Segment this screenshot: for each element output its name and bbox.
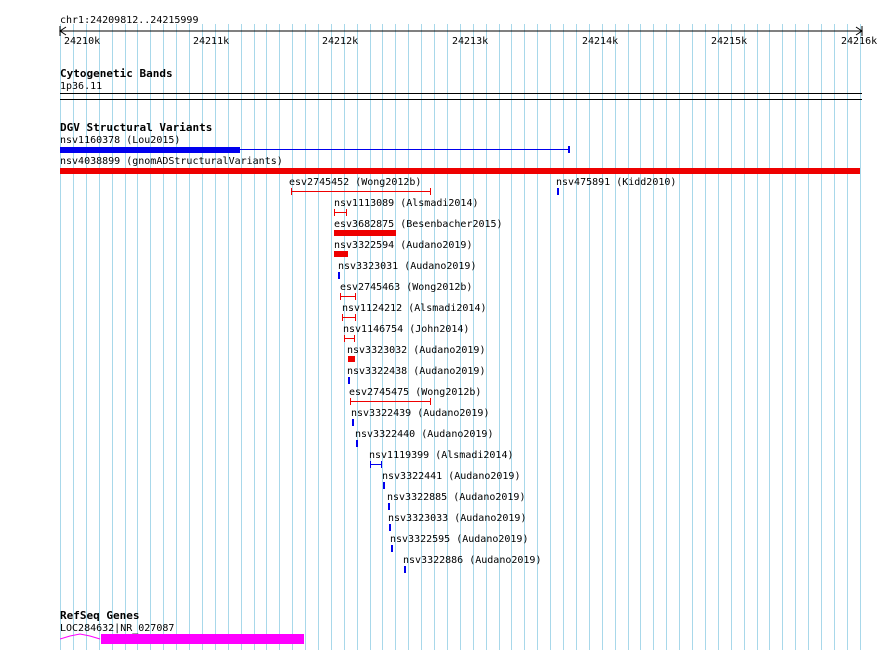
variant-feature-line[interactable] [350,401,431,402]
variant-label: nsv3322595 (Audano2019) [390,534,529,545]
variant-feature-end [355,314,356,321]
cytoband-line-bottom [60,99,862,100]
tick-label: 24216k [841,36,878,47]
variant-feature-blue[interactable] [404,566,406,573]
track-title-refseq[interactable]: RefSeq Genes [60,610,139,622]
variant-feature-red[interactable] [348,356,355,362]
variant-feature-end [340,293,341,300]
variant-feature-blue[interactable] [383,482,385,489]
variant-label: nsv3323032 (Audano2019) [347,345,486,356]
variant-feature-blue[interactable] [391,545,393,552]
gene-feature[interactable] [101,634,304,644]
tick-label: 24214k [582,36,619,47]
variant-feature-red[interactable] [60,168,860,174]
tick-label: 24211k [193,36,230,47]
variant-label: esv3682875 (Besenbacher2015) [334,219,503,230]
tick-label: 24210k [64,36,101,47]
variant-feature-line[interactable] [291,191,431,192]
variant-label: nsv4038899 (gnomADStructuralVariants) [60,156,283,167]
variant-feature-blue[interactable] [388,503,390,510]
variant-feature-blue[interactable] [356,440,358,447]
variant-feature-end [334,209,335,216]
track-title-dgv[interactable]: DGV Structural Variants [60,122,212,134]
variant-feature-end [430,398,431,405]
variant-feature-end [350,398,351,405]
variant-label: nsv3322886 (Audano2019) [403,555,542,566]
variant-feature-end [568,146,570,153]
variant-label: nsv1119399 (Alsmadi2014) [369,450,514,461]
track-title-cytobands[interactable]: Cytogenetic Bands [60,68,173,80]
variant-feature-end [355,293,356,300]
variant-feature-blue[interactable] [338,272,340,279]
variant-feature-line[interactable] [342,317,356,318]
variant-feature-line [240,149,569,150]
variant-feature-end [346,209,347,216]
variant-label: nsv1146754 (John2014) [343,324,470,335]
variant-feature-end [354,335,355,342]
cytoband-line-top [60,93,862,94]
variant-label: esv2745475 (Wong2012b) [349,387,482,398]
ruler [59,26,863,36]
variant-feature-end [381,461,382,468]
variant-label: nsv3323033 (Audano2019) [388,513,527,524]
variant-label: nsv1160378 (Lou2015) [60,135,181,146]
variant-feature-blue[interactable] [557,188,559,195]
tick-label: 24212k [322,36,359,47]
variant-feature-blue[interactable] [348,377,350,384]
tick-label: 24215k [711,36,748,47]
variant-label: esv2745463 (Wong2012b) [340,282,473,293]
variant-label: nsv3322439 (Audano2019) [351,408,490,419]
variant-label: nsv3323031 (Audano2019) [338,261,477,272]
variant-feature-line[interactable] [340,296,356,297]
variant-label: nsv3322438 (Audano2019) [347,366,486,377]
variant-feature-blue[interactable] [352,419,354,426]
tick-label: 24213k [452,36,489,47]
variant-feature-end [342,314,343,321]
variant-feature-red[interactable] [334,251,348,257]
variant-feature-end [344,335,345,342]
variant-feature-red[interactable] [334,230,396,236]
variant-feature-end [370,461,371,468]
variant-label: nsv475891 (Kidd2010) [556,177,677,188]
variant-label: nsv3322885 (Audano2019) [387,492,526,503]
variant-label: nsv3322441 (Audano2019) [382,471,521,482]
cytoband-label: 1p36.11 [60,81,103,92]
variant-label: nsv3322440 (Audano2019) [355,429,494,440]
variant-feature-blue[interactable] [389,524,391,531]
variant-label: nsv1124212 (Alsmadi2014) [342,303,487,314]
variant-label: nsv3322594 (Audano2019) [334,240,473,251]
variant-feature-blue[interactable] [60,147,240,153]
variant-label: esv2745452 (Wong2012b) [289,177,422,188]
variant-label: nsv1113089 (Alsmadi2014) [334,198,479,209]
variant-feature-end [430,188,431,195]
variant-feature-end [291,188,292,195]
